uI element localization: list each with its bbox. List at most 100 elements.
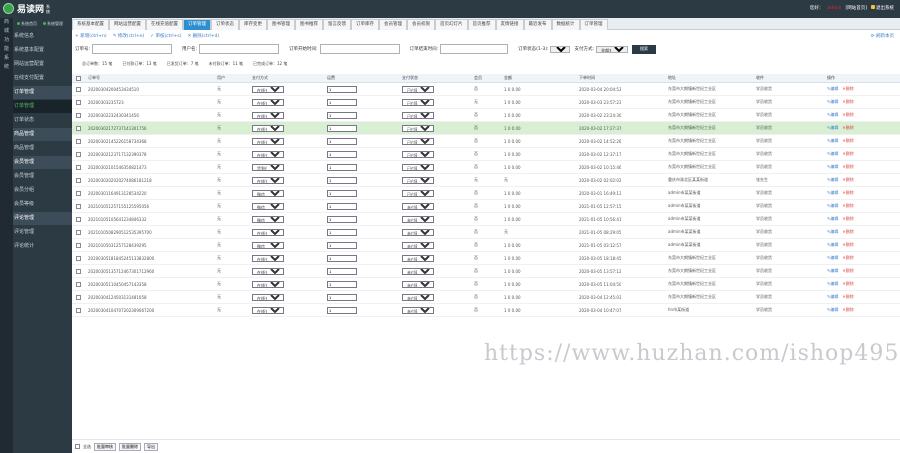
shipping-fee-input[interactable]	[327, 176, 357, 184]
table-row[interactable]: 2021010508290512535395700 无 在线支付宝 未付款 否 无 2021…	[72, 226, 900, 239]
sidebar-item[interactable]: 系统信息	[13, 30, 72, 43]
table-row[interactable]: 20200305181845245133832800 无 在线支付宝 未付款 否 1 0 …	[72, 252, 900, 265]
edit-button[interactable]: ✎编辑	[827, 177, 838, 182]
row-checkbox[interactable]	[76, 216, 81, 222]
tab-10[interactable]: 会员管理	[379, 19, 407, 30]
batch-approve-button[interactable]: 批量审核	[94, 442, 116, 451]
row-checkbox[interactable]	[76, 177, 81, 183]
edit-button[interactable]: ✎编辑	[827, 138, 838, 143]
pay-status-select[interactable]: 未付款	[402, 215, 434, 223]
pay-method-select[interactable]: 微信	[252, 202, 284, 210]
shipping-fee-input[interactable]	[327, 293, 357, 301]
row-checkbox[interactable]	[76, 125, 81, 131]
delete-button[interactable]: ✕删除	[842, 164, 853, 169]
edit-button[interactable]: ✎编辑	[827, 216, 838, 221]
sidebar-item[interactable]: 订单管理	[13, 86, 72, 99]
sidebar-top-link[interactable]: 系统管理	[43, 21, 63, 26]
edit-button[interactable]: ✎编辑	[827, 125, 838, 130]
table-row[interactable]: 202101051257155125595056无微信未付款否1 0 0.00 …	[72, 200, 900, 213]
shipping-fee-input[interactable]	[327, 280, 357, 288]
refresh-button[interactable]: ⟳ 刷新本页	[871, 33, 894, 39]
batch-delete-button[interactable]: 批量删除	[119, 442, 141, 451]
shipping-fee-input[interactable]	[327, 85, 357, 93]
pay-status-select[interactable]: 已付款	[402, 98, 434, 106]
pay-method-select[interactable]: 在线支付宝	[252, 254, 284, 262]
row-checkbox[interactable]	[76, 112, 81, 118]
sidebar-item[interactable]: 会员管理	[13, 170, 72, 183]
pay-status-select[interactable]: 已付款	[402, 176, 434, 184]
status-select[interactable]: 全部	[550, 45, 571, 53]
edit-button[interactable]: ✎编辑	[827, 294, 838, 299]
site-home-link[interactable]: [网站首页]	[845, 5, 867, 11]
row-checkbox[interactable]	[76, 99, 81, 105]
pay-status-select[interactable]: 已付款	[402, 150, 434, 158]
sidebar-item[interactable]: 评论管理	[13, 226, 72, 239]
pay-status-select[interactable]: 未付款	[402, 267, 434, 275]
row-checkbox[interactable]	[76, 268, 81, 274]
pay-method-select[interactable]: 在线支付宝	[252, 137, 284, 145]
table-row[interactable]: 20200302145226158734368 无 在线支付宝 已付款 否 1 0 0.0…	[72, 135, 900, 148]
pay-status-select[interactable]: 已付款	[402, 137, 434, 145]
sidebar-item[interactable]: 会员等级	[13, 198, 72, 211]
shipping-fee-input[interactable]	[327, 111, 357, 119]
toolbar-action[interactable]: ✎ 修改(ctrl+e)	[113, 33, 145, 39]
edit-button[interactable]: ✎编辑	[827, 164, 838, 169]
sidebar-item[interactable]: 评论统计	[13, 240, 72, 253]
sidebar-item[interactable]: 订单管理	[13, 100, 72, 113]
tab-16[interactable]: 数据统计	[551, 19, 580, 30]
tab-4[interactable]: 订单状态	[211, 19, 239, 30]
tab-15[interactable]: 最近发布	[523, 19, 552, 30]
tab-0[interactable]: 系统基本配置	[72, 19, 109, 30]
select-all-header-checkbox[interactable]	[76, 75, 81, 81]
shipping-fee-input[interactable]	[327, 163, 357, 171]
table-row[interactable]: 20200302123717132390378 无 在线支付宝 已付款 否 1 0 0.0…	[72, 148, 900, 161]
shipping-fee-input[interactable]	[327, 189, 357, 197]
pay-status-select[interactable]: 未付款	[402, 228, 434, 236]
sidebar-item[interactable]: 会员分组	[13, 184, 72, 197]
pay-status-select[interactable]: 已付款	[402, 163, 434, 171]
delete-button[interactable]: ✕删除	[842, 151, 853, 156]
table-row[interactable]: 20200302101546350821473 无 货到付款 已付款 否 1 0 0.00…	[72, 161, 900, 174]
order-number-input[interactable]	[92, 44, 173, 54]
edit-button[interactable]: ✎编辑	[827, 203, 838, 208]
pay-status-select[interactable]: 已付款	[402, 111, 434, 119]
row-checkbox[interactable]	[76, 255, 81, 261]
sidebar-top-link[interactable]: 系统首页	[17, 21, 37, 26]
delete-button[interactable]: ✕删除	[842, 177, 853, 182]
tab-2[interactable]: 在线充值配置	[146, 19, 183, 30]
delete-button[interactable]: ✕删除	[842, 294, 853, 299]
shipping-fee-input[interactable]	[327, 98, 357, 106]
row-checkbox[interactable]	[76, 151, 81, 157]
shipping-fee-input[interactable]	[327, 150, 357, 158]
row-checkbox[interactable]	[76, 203, 81, 209]
table-row[interactable]: 20200301164913128534220 无 微信 已付款 否 1 0 0.00 2…	[72, 187, 900, 200]
pay-method-select[interactable]: 在线支付宝	[252, 85, 284, 93]
sidebar-item[interactable]: 在线支付配置	[13, 72, 72, 85]
shipping-fee-input[interactable]	[327, 306, 357, 314]
pay-status-select[interactable]: 未付款	[402, 306, 434, 314]
delete-button[interactable]: ✕删除	[842, 229, 853, 234]
pay-method-select[interactable]: 货到付款	[252, 163, 284, 171]
delete-button[interactable]: ✕删除	[842, 307, 853, 312]
pay-method-select[interactable]: 微信	[252, 241, 284, 249]
tab-14[interactable]: 友情链接	[495, 19, 524, 30]
pay-method-select[interactable]: 在线支付宝	[252, 150, 284, 158]
pay-method-select[interactable]: 在线支付宝	[252, 98, 284, 106]
tab-9[interactable]: 订单库存	[351, 19, 379, 30]
tab-3[interactable]: 订单管理	[183, 19, 211, 30]
delete-button[interactable]: ✕删除	[842, 242, 853, 247]
shipping-fee-input[interactable]	[327, 202, 357, 210]
edit-button[interactable]: ✎编辑	[827, 307, 838, 312]
row-checkbox[interactable]	[76, 242, 81, 248]
toolbar-action[interactable]: ✓ 审核(ctrl+s)	[150, 33, 181, 39]
pay-status-select[interactable]: 未付款	[402, 202, 434, 210]
delete-button[interactable]: ✕删除	[842, 86, 853, 91]
row-checkbox[interactable]	[76, 164, 81, 170]
table-row[interactable]: 20210105105641234846332 无 微信 未付款 否 1 0 0.00 2…	[72, 213, 900, 226]
start-time-input[interactable]	[319, 44, 400, 54]
delete-button[interactable]: ✕删除	[842, 255, 853, 260]
edit-button[interactable]: ✎编辑	[827, 151, 838, 156]
pay-status-select[interactable]: 未付款	[402, 293, 434, 301]
row-checkbox[interactable]	[76, 281, 81, 287]
shipping-fee-input[interactable]	[327, 228, 357, 236]
